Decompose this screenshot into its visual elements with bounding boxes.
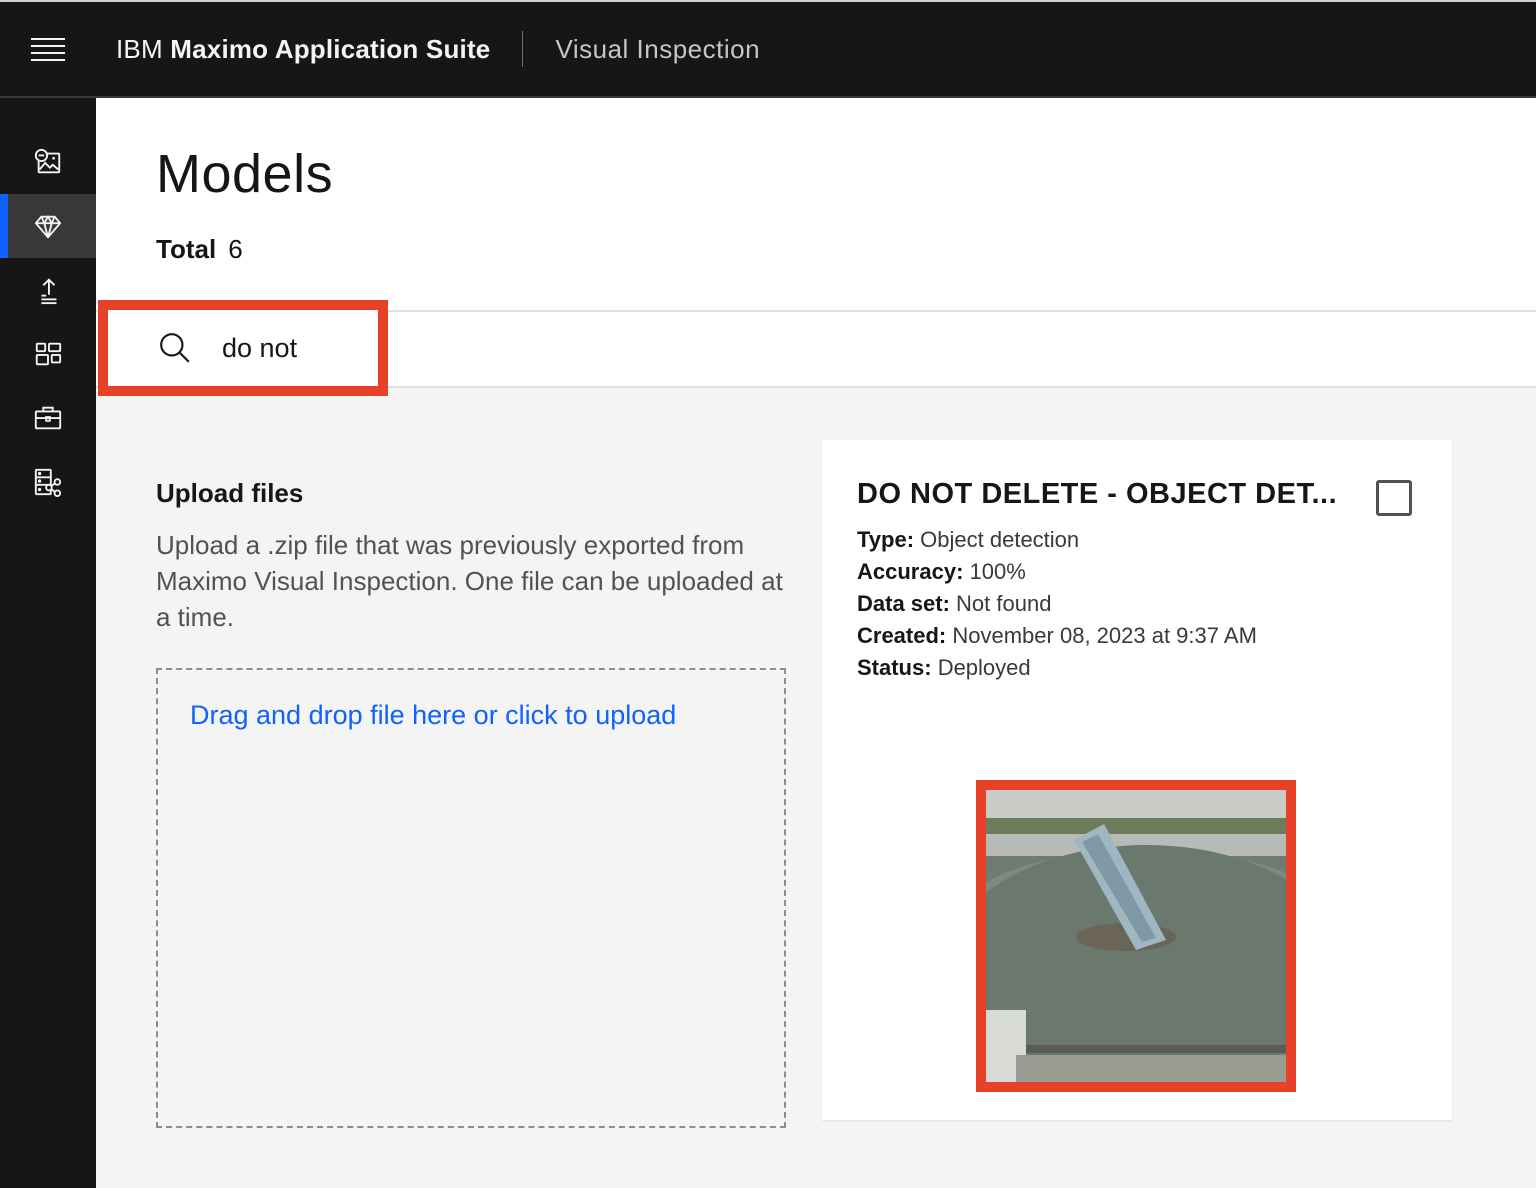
search-input[interactable] <box>222 332 372 364</box>
page-header: Models Total 6 <box>96 98 1536 312</box>
nav-item-inspections[interactable] <box>0 386 96 450</box>
image-dataset-icon <box>34 148 61 174</box>
total-count: Total 6 <box>156 234 243 265</box>
nav-item-datasets[interactable] <box>0 130 96 194</box>
field-label: Type: <box>857 527 915 552</box>
diamond-model-icon <box>34 215 62 239</box>
model-dataset: Data set: Not found <box>857 588 1257 620</box>
search-field-highlighted[interactable] <box>98 300 388 396</box>
model-accuracy: Accuracy: 100% <box>857 556 1257 588</box>
nav-item-deploy[interactable] <box>0 258 96 322</box>
model-status: Status: Deployed <box>857 652 1257 684</box>
field-label: Accuracy: <box>857 559 964 584</box>
main-content: Models Total 6 Upload files Upload a .zip… <box>96 98 1536 1188</box>
header-divider <box>522 31 524 67</box>
app-brand[interactable]: IBM Maximo Application Suite <box>116 34 490 65</box>
model-created: Created: November 08, 2023 at 9:37 AM <box>857 620 1257 652</box>
brand-prefix: IBM <box>116 33 163 64</box>
data-share-icon <box>34 468 62 497</box>
nav-item-models[interactable] <box>0 194 96 258</box>
product-name: Visual Inspection <box>555 33 761 64</box>
total-label: Total <box>156 234 217 264</box>
upload-section: Upload files Upload a .zip file that was… <box>156 478 786 635</box>
field-value: Deployed <box>937 655 1031 680</box>
side-navigation <box>0 98 96 1188</box>
field-label: Data set: <box>857 591 950 616</box>
field-value: November 08, 2023 at 9:37 AM <box>952 623 1257 648</box>
menu-button[interactable] <box>0 1 96 97</box>
upload-deploy-icon <box>41 278 57 305</box>
search-icon <box>160 333 190 363</box>
field-label: Status: <box>857 655 932 680</box>
field-value: 100% <box>969 559 1026 584</box>
model-card[interactable]: DO NOT DELETE - OBJECT DET... Type: Obje… <box>822 440 1452 1120</box>
upload-title: Upload files <box>156 478 304 508</box>
field-value: Object detection <box>920 527 1080 552</box>
upload-description: Upload a .zip file that was previously e… <box>156 530 783 632</box>
model-metadata: Type: Object detection Accuracy: 100% Da… <box>857 524 1257 684</box>
dropzone-upload-link[interactable]: Drag and drop file here or click to uplo… <box>190 700 676 731</box>
total-value: 6 <box>228 234 243 264</box>
brand-name: Maximo Application Suite <box>170 33 491 64</box>
model-select-checkbox[interactable] <box>1376 480 1412 516</box>
field-label: Created: <box>857 623 947 648</box>
model-thumbnail[interactable] <box>976 780 1296 1092</box>
nav-item-edge[interactable] <box>0 450 96 514</box>
page-title: Models <box>156 144 334 204</box>
water-treatment-clarifier-image <box>986 790 1286 1082</box>
model-type: Type: Object detection <box>857 524 1257 556</box>
model-card-title[interactable]: DO NOT DELETE - OBJECT DET... <box>857 478 1357 511</box>
top-header-bar: IBM Maximo Application Suite Visual Insp… <box>0 0 1536 98</box>
nav-item-projects[interactable] <box>0 322 96 386</box>
briefcase-icon <box>34 406 62 430</box>
file-dropzone[interactable]: Drag and drop file here or click to uplo… <box>156 668 786 1128</box>
hamburger-menu-icon <box>31 38 65 61</box>
search-bar <box>96 300 1536 396</box>
field-value: Not found <box>956 591 1052 616</box>
dashboard-grid-icon <box>35 342 62 366</box>
